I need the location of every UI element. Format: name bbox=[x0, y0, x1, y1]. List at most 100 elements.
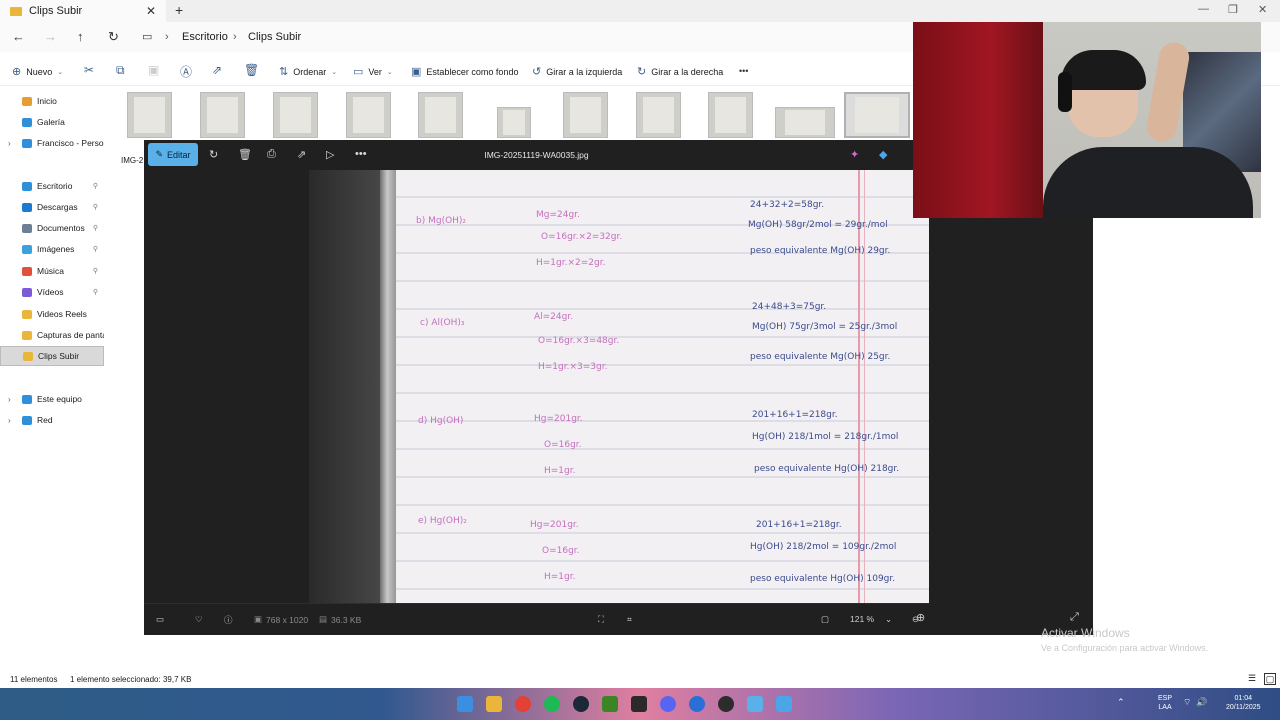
rename-icon[interactable]: Ⓐ bbox=[180, 63, 192, 80]
chevron-right-icon[interactable]: › bbox=[8, 139, 11, 148]
edge-icon[interactable] bbox=[689, 696, 705, 712]
sidebar-item[interactable]: Escritorio ⚲ bbox=[0, 176, 104, 196]
wifi-icon[interactable]: ⌔ bbox=[1183, 698, 1191, 707]
sidebar-item[interactable]: Inicio bbox=[0, 91, 104, 111]
copilot-icon[interactable]: ✦ bbox=[850, 148, 859, 161]
set-background-button[interactable]: ▣ Establecer como fondo bbox=[411, 65, 518, 78]
maximize-button[interactable]: ❐ bbox=[1228, 3, 1238, 16]
back-button[interactable]: ← bbox=[12, 29, 25, 44]
paste-icon[interactable]: ▣ bbox=[148, 63, 159, 77]
pin-icon[interactable]: ⚲ bbox=[93, 224, 98, 232]
crop-icon[interactable]: ⛶ bbox=[598, 614, 604, 625]
steam-icon[interactable] bbox=[573, 696, 589, 712]
pin-icon[interactable]: ⚲ bbox=[93, 288, 98, 296]
new-tab-button[interactable]: + bbox=[175, 2, 183, 18]
pin-icon[interactable]: ⚲ bbox=[93, 245, 98, 253]
epic-games-icon[interactable] bbox=[631, 696, 647, 712]
pin-icon[interactable]: ⚲ bbox=[93, 267, 98, 275]
close-tab-icon[interactable]: ✕ bbox=[146, 4, 156, 18]
volume-icon[interactable]: 🔊 bbox=[1196, 698, 1207, 707]
sidebar-item[interactable]: Capturas de pantalla bbox=[0, 325, 104, 345]
image-thumbnail[interactable] bbox=[775, 107, 835, 138]
sidebar-item[interactable]: › Francisco - Personal bbox=[0, 133, 104, 153]
tab-clips-subir[interactable]: Clips Subir ✕ bbox=[0, 0, 166, 22]
sidebar-item[interactable]: Imágenes ⚲ bbox=[0, 239, 104, 259]
refresh-button[interactable]: ↻ bbox=[108, 29, 119, 45]
folder-icon bbox=[22, 309, 32, 319]
discord-icon[interactable] bbox=[660, 696, 676, 712]
delete-icon[interactable]: 🗑 bbox=[244, 63, 259, 77]
pin-icon[interactable]: ⚲ bbox=[93, 182, 98, 190]
image-thumbnail[interactable] bbox=[844, 92, 910, 138]
sidebar-item[interactable]: › Red bbox=[0, 410, 104, 430]
thumbnail-label[interactable]: IMG-2 bbox=[121, 156, 143, 165]
sidebar-item[interactable]: Música ⚲ bbox=[0, 261, 104, 281]
copy-icon[interactable]: ⧉ bbox=[116, 63, 125, 78]
forward-button[interactable]: → bbox=[44, 29, 57, 44]
image-thumbnail[interactable] bbox=[497, 107, 531, 138]
sidebar-item[interactable]: Descargas ⚲ bbox=[0, 197, 104, 217]
photo-shadow bbox=[309, 170, 389, 603]
handwritten-note: O=16gr.×2=32gr. bbox=[541, 232, 623, 242]
minimize-button[interactable]: — bbox=[1198, 3, 1209, 15]
fullscreen-icon[interactable]: ⤢ bbox=[1070, 611, 1079, 624]
more-options-button[interactable]: ••• bbox=[739, 66, 748, 76]
windows-start-icon[interactable] bbox=[457, 696, 473, 712]
rotate-right-button[interactable]: ↻ Girar a la derecha bbox=[637, 65, 723, 78]
minecraft-icon[interactable] bbox=[602, 696, 618, 712]
sort-button[interactable]: ⇅ Ordenar ⌄ bbox=[279, 65, 337, 78]
image-thumbnail[interactable] bbox=[346, 92, 391, 138]
cut-icon[interactable]: ✂ bbox=[84, 63, 94, 77]
sidebar-item[interactable]: Documentos ⚲ bbox=[0, 218, 104, 238]
thumbnail-view-icon[interactable]: ▢ bbox=[1264, 673, 1276, 685]
favorite-icon[interactable]: ♡ bbox=[195, 614, 203, 625]
sidebar-item[interactable]: Videos Reels bbox=[0, 304, 104, 324]
chevron-up-icon[interactable]: ⌃ bbox=[1117, 698, 1125, 707]
info-icon[interactable]: ⓘ bbox=[224, 614, 233, 626]
chevron-right-icon[interactable]: › bbox=[8, 395, 11, 404]
zoom-in-icon[interactable]: ⊕ bbox=[916, 611, 925, 624]
pin-icon[interactable]: ⚲ bbox=[93, 203, 98, 211]
obs-icon[interactable] bbox=[718, 696, 734, 712]
breadcrumb-clips-subir[interactable]: Clips Subir bbox=[248, 31, 301, 43]
ocr-icon[interactable]: ⌗ bbox=[627, 614, 632, 625]
up-button[interactable]: ↑ bbox=[77, 29, 84, 44]
sidebar-item-label: Galería bbox=[37, 117, 65, 127]
fit-window-icon[interactable]: ▢ bbox=[821, 614, 829, 625]
language-indicator[interactable]: ESP LAA bbox=[1158, 694, 1172, 712]
image-thumbnail[interactable] bbox=[273, 92, 318, 138]
file-explorer-icon[interactable] bbox=[486, 696, 502, 712]
close-window-button[interactable]: ✕ bbox=[1258, 3, 1267, 16]
sidebar-item[interactable]: Vídeos ⚲ bbox=[0, 282, 104, 302]
chrome-icon[interactable] bbox=[515, 696, 531, 712]
share-icon[interactable]: ⇗ bbox=[212, 63, 222, 77]
sidebar-item[interactable]: Galería bbox=[0, 112, 104, 132]
sidebar-item[interactable]: › Este equipo bbox=[0, 389, 104, 409]
time: 01:04 bbox=[1234, 695, 1253, 702]
new-button[interactable]: ⊕ Nuevo ⌄ bbox=[12, 65, 63, 78]
rotate-left-button[interactable]: ↺ Girar a la izquierda bbox=[532, 65, 622, 78]
file-size-icon: ▤ bbox=[319, 614, 328, 624]
image-thumbnail[interactable] bbox=[636, 92, 681, 138]
view-button[interactable]: ▭ Ver ⌄ bbox=[353, 65, 393, 78]
chevron-down-icon[interactable]: ⌄ bbox=[885, 614, 892, 625]
keyboard-layout: LAA bbox=[1158, 704, 1172, 711]
image-thumbnail[interactable] bbox=[127, 92, 172, 138]
navigation-pane: Inicio Galería › Francisco - Personal Escrit… bbox=[0, 88, 108, 668]
spotify-icon[interactable] bbox=[544, 696, 560, 712]
designer-icon[interactable]: ◆ bbox=[879, 148, 887, 161]
photos-icon[interactable] bbox=[776, 696, 792, 712]
activation-watermark-subtitle: Ve a Configuración para activar Windows. bbox=[1041, 643, 1209, 653]
chevron-right-icon[interactable]: › bbox=[8, 416, 11, 425]
details-view-icon[interactable]: ☰ bbox=[1248, 673, 1256, 684]
clock[interactable]: 01:04 20/11/2025 bbox=[1226, 694, 1261, 712]
zoom-level[interactable]: 121 % bbox=[850, 614, 874, 624]
image-thumbnail[interactable] bbox=[563, 92, 608, 138]
notepad-icon[interactable] bbox=[747, 696, 763, 712]
filmstrip-icon[interactable]: ▭ bbox=[156, 614, 164, 625]
sidebar-item[interactable]: Clips Subir bbox=[0, 346, 104, 366]
breadcrumb-escritorio[interactable]: Escritorio bbox=[182, 31, 228, 43]
image-thumbnail[interactable] bbox=[200, 92, 245, 138]
image-thumbnail[interactable] bbox=[708, 92, 753, 138]
image-thumbnail[interactable] bbox=[418, 92, 463, 138]
